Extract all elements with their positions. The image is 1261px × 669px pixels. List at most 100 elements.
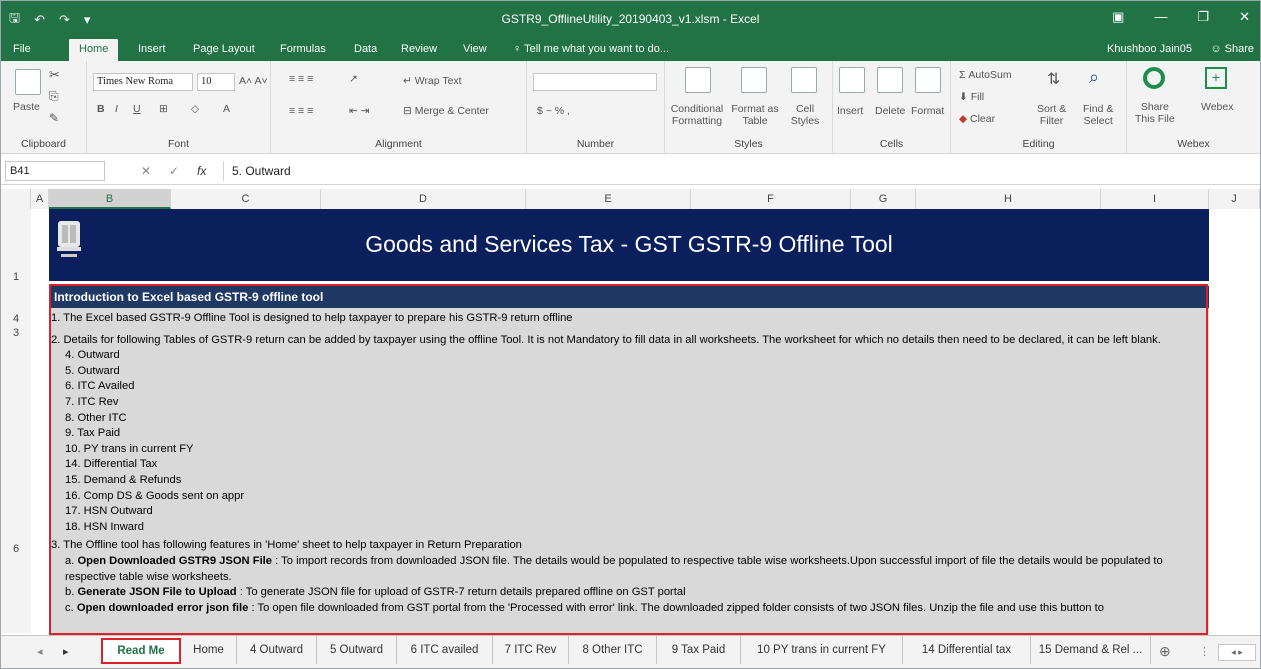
top-align-icon[interactable]: ≡ ≡ ≡ bbox=[289, 73, 313, 85]
paste-button[interactable]: Paste bbox=[13, 101, 40, 113]
cell-styles-icon[interactable] bbox=[791, 67, 817, 93]
tab-file[interactable]: File bbox=[13, 43, 31, 55]
column-header-d[interactable]: D bbox=[321, 189, 526, 209]
indent-icon[interactable]: ⇤ ⇥ bbox=[349, 105, 370, 117]
worksheet-grid[interactable]: Goods and Services Tax - GST GSTR-9 Offl… bbox=[31, 209, 1260, 633]
delete-cells-icon[interactable] bbox=[877, 67, 903, 93]
fill-color-icon[interactable]: ◇ bbox=[191, 103, 199, 115]
delete-button[interactable]: Delete bbox=[875, 105, 905, 117]
orientation-icon[interactable]: ↗ bbox=[349, 73, 358, 85]
format-as-table-button[interactable]: Format as Table bbox=[725, 103, 785, 127]
user-name[interactable]: Khushboo Jain05 bbox=[1107, 43, 1192, 55]
name-box[interactable]: B41 bbox=[5, 161, 105, 181]
sheet-tab-5-outward[interactable]: 5 Outward bbox=[317, 636, 397, 664]
format-as-table-icon[interactable] bbox=[741, 67, 767, 93]
left-align-icon[interactable]: ≡ ≡ ≡ bbox=[289, 105, 313, 117]
sheet-tab-home[interactable]: Home bbox=[181, 636, 237, 664]
restore-icon[interactable]: ❐ bbox=[1197, 9, 1209, 25]
sheet-tab-read-me[interactable]: Read Me bbox=[101, 638, 181, 664]
prev-sheet-icon[interactable]: ◂ bbox=[37, 645, 43, 658]
sheet-tab-8-other-itc[interactable]: 8 Other ITC bbox=[569, 636, 657, 664]
font-color-icon[interactable]: A bbox=[223, 103, 230, 115]
horizontal-scroll-arrows[interactable]: ◂ ▸ bbox=[1218, 644, 1256, 661]
column-header-i[interactable]: I bbox=[1101, 189, 1209, 209]
table-item: 10. PY trans in current FY bbox=[65, 442, 194, 455]
tab-split-handle[interactable]: ⋮ bbox=[1199, 645, 1210, 658]
wrap-text-button[interactable]: ↵ Wrap Text bbox=[403, 75, 462, 87]
select-all-corner[interactable] bbox=[1, 189, 31, 209]
copy-icon[interactable]: ⎘ bbox=[49, 89, 59, 104]
insert-cells-icon[interactable] bbox=[839, 67, 865, 93]
sheet-tab-6-itc-availed[interactable]: 6 ITC availed bbox=[397, 636, 493, 664]
column-header-b[interactable]: B bbox=[49, 189, 171, 209]
sheet-tab-14-differential-tax[interactable]: 14 Differential tax bbox=[903, 636, 1031, 664]
tab-insert[interactable]: Insert bbox=[138, 43, 166, 55]
sheet-tab-15-demand[interactable]: 15 Demand & Rel ... bbox=[1031, 636, 1151, 664]
font-size-select[interactable]: 10 bbox=[197, 73, 235, 91]
share-this-file-button[interactable]: Share This File bbox=[1135, 101, 1175, 125]
row-header-6[interactable]: 6 bbox=[1, 543, 31, 555]
ribbon-display-icon[interactable]: ▣ bbox=[1112, 9, 1124, 25]
cancel-icon[interactable]: ✕ bbox=[141, 164, 151, 178]
enter-icon[interactable]: ✓ bbox=[169, 164, 179, 178]
column-header-a[interactable]: A bbox=[31, 189, 49, 209]
sort-filter-button[interactable]: Sort & Filter bbox=[1037, 103, 1066, 127]
fill-button[interactable]: ⬇ Fill bbox=[959, 91, 984, 103]
column-header-j[interactable]: J bbox=[1209, 189, 1260, 209]
format-button[interactable]: Format bbox=[911, 105, 944, 117]
tab-formulas[interactable]: Formulas bbox=[280, 43, 326, 55]
sort-filter-icon[interactable]: ⇅ bbox=[1047, 69, 1060, 89]
format-cells-icon[interactable] bbox=[915, 67, 941, 93]
share-button[interactable]: ☺ Share bbox=[1210, 43, 1254, 55]
find-select-button[interactable]: Find & Select bbox=[1083, 103, 1113, 127]
font-grow-icon[interactable]: A˄ A˅ bbox=[239, 75, 268, 87]
sheet-tab-7-itc-rev[interactable]: 7 ITC Rev bbox=[493, 636, 569, 664]
paste-icon[interactable] bbox=[15, 69, 41, 95]
column-header-f[interactable]: F bbox=[691, 189, 851, 209]
number-format-select[interactable] bbox=[533, 73, 657, 91]
fill-label: Fill bbox=[970, 91, 985, 103]
column-header-e[interactable]: E bbox=[526, 189, 691, 209]
underline-icon[interactable]: U bbox=[133, 103, 141, 115]
conditional-formatting-button[interactable]: Conditional Formatting bbox=[665, 103, 729, 127]
italic-icon[interactable]: I bbox=[115, 103, 118, 115]
autosum-button[interactable]: Σ AutoSum bbox=[959, 69, 1012, 81]
font-name-select[interactable]: Times New Roma bbox=[93, 73, 193, 91]
sheet-tab-10-py-trans[interactable]: 10 PY trans in current FY bbox=[741, 636, 903, 664]
format-painter-icon[interactable]: ✎ bbox=[49, 111, 59, 125]
sheet-tab-9-tax-paid[interactable]: 9 Tax Paid bbox=[657, 636, 741, 664]
row-header-4[interactable]: 4 bbox=[1, 313, 31, 325]
cell-label: Cell bbox=[795, 103, 815, 115]
column-header-c[interactable]: C bbox=[171, 189, 321, 209]
tab-home[interactable]: Home bbox=[69, 39, 119, 61]
tab-data[interactable]: Data bbox=[354, 43, 377, 55]
bold-icon[interactable]: B bbox=[97, 103, 105, 115]
insert-button[interactable]: Insert bbox=[837, 105, 863, 117]
number-format-icons[interactable]: $ ~ % , bbox=[537, 105, 570, 117]
fx-icon[interactable]: fx bbox=[197, 164, 206, 178]
clear-button[interactable]: ◆ Clear bbox=[959, 113, 995, 125]
tell-me-box[interactable]: ♀ Tell me what you want to do... bbox=[513, 43, 669, 55]
row-header-3[interactable]: 3 bbox=[1, 327, 31, 339]
formula-input[interactable]: 5. Outward bbox=[223, 161, 1256, 181]
cut-icon[interactable]: ✂ bbox=[49, 67, 60, 83]
webex-share-icon[interactable] bbox=[1143, 67, 1165, 89]
conditional-formatting-icon[interactable] bbox=[685, 67, 711, 93]
column-header-h[interactable]: H bbox=[916, 189, 1101, 209]
webex-plus-icon[interactable]: + bbox=[1205, 67, 1227, 89]
row-header-1[interactable]: 1 bbox=[1, 271, 31, 283]
tab-view[interactable]: View bbox=[463, 43, 487, 55]
cell-styles-button[interactable]: Cell Styles bbox=[783, 103, 827, 127]
column-header-g[interactable]: G bbox=[851, 189, 916, 209]
minimize-icon[interactable]: — bbox=[1154, 9, 1167, 25]
close-icon[interactable]: ✕ bbox=[1239, 9, 1250, 25]
borders-icon[interactable]: ⊞ bbox=[159, 103, 168, 115]
tab-page-layout[interactable]: Page Layout bbox=[193, 43, 255, 55]
webex-button[interactable]: Webex bbox=[1201, 101, 1234, 113]
sheet-tab-4-outward[interactable]: 4 Outward bbox=[237, 636, 317, 664]
add-sheet-icon[interactable]: ⊕ bbox=[1159, 643, 1171, 660]
merge-center-button[interactable]: ⊟ Merge & Center bbox=[403, 105, 489, 117]
tab-review[interactable]: Review bbox=[401, 43, 437, 55]
find-icon[interactable]: ⌕ bbox=[1089, 67, 1099, 88]
next-sheet-icon[interactable]: ▸ bbox=[63, 645, 69, 658]
